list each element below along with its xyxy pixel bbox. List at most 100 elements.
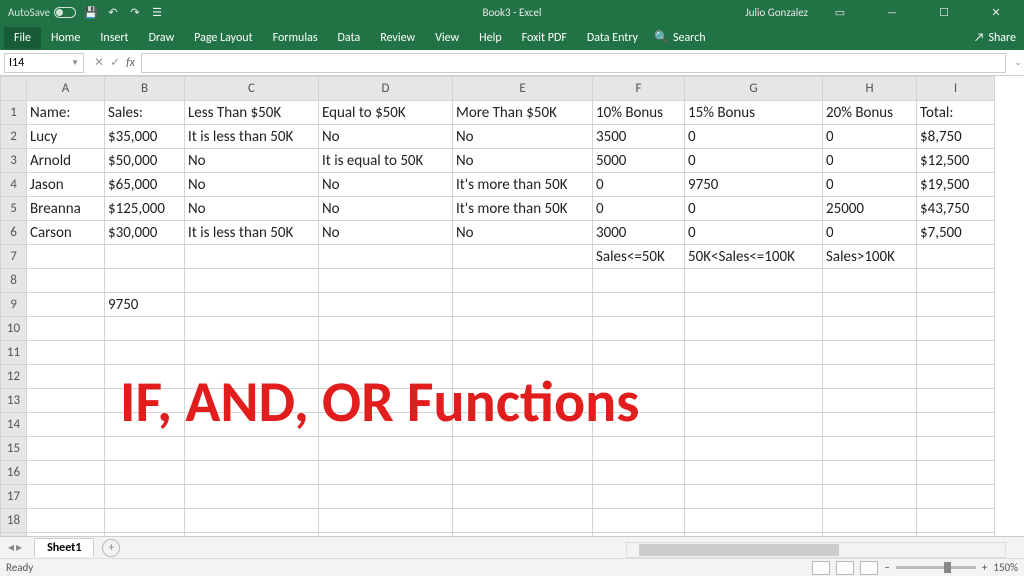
tab-view[interactable]: View	[425, 27, 469, 49]
row-header-2[interactable]: 2	[1, 125, 27, 149]
cell-H18[interactable]	[823, 509, 917, 533]
cell-E4[interactable]: It's more than 50K	[453, 173, 593, 197]
cell-B8[interactable]	[105, 269, 185, 293]
col-header-I[interactable]: I	[917, 77, 995, 101]
cell-H12[interactable]	[823, 365, 917, 389]
row-header-5[interactable]: 5	[1, 197, 27, 221]
cell-H11[interactable]	[823, 341, 917, 365]
cell-E17[interactable]	[453, 485, 593, 509]
cell-A13[interactable]	[27, 389, 105, 413]
cell-E5[interactable]: It's more than 50K	[453, 197, 593, 221]
cell-H13[interactable]	[823, 389, 917, 413]
cell-G11[interactable]	[685, 341, 823, 365]
cell-I6[interactable]: $7,500	[917, 221, 995, 245]
row-header-3[interactable]: 3	[1, 149, 27, 173]
cell-I10[interactable]	[917, 317, 995, 341]
cell-A12[interactable]	[27, 365, 105, 389]
normal-view-icon[interactable]	[812, 561, 830, 575]
cell-C5[interactable]: No	[185, 197, 319, 221]
cell-B10[interactable]	[105, 317, 185, 341]
cell-F10[interactable]	[593, 317, 685, 341]
row-header-1[interactable]: 1	[1, 101, 27, 125]
cell-E9[interactable]	[453, 293, 593, 317]
cell-F4[interactable]: 0	[593, 173, 685, 197]
cell-E11[interactable]	[453, 341, 593, 365]
cell-F18[interactable]	[593, 509, 685, 533]
page-layout-view-icon[interactable]	[836, 561, 854, 575]
cell-C11[interactable]	[185, 341, 319, 365]
select-all-corner[interactable]	[1, 77, 27, 101]
cell-H4[interactable]: 0	[823, 173, 917, 197]
cell-G8[interactable]	[685, 269, 823, 293]
zoom-slider[interactable]	[896, 566, 976, 569]
cell-A2[interactable]: Lucy	[27, 125, 105, 149]
cell-G17[interactable]	[685, 485, 823, 509]
tab-nav-next-icon[interactable]: ▸	[16, 540, 22, 555]
chevron-down-icon[interactable]: ▼	[71, 58, 79, 68]
cell-F16[interactable]	[593, 461, 685, 485]
cell-D2[interactable]: No	[319, 125, 453, 149]
ribbon-options-icon[interactable]: ▭	[820, 0, 860, 25]
horizontal-scrollbar[interactable]	[626, 542, 1006, 558]
col-header-E[interactable]: E	[453, 77, 593, 101]
cell-H14[interactable]	[823, 413, 917, 437]
cell-D5[interactable]: No	[319, 197, 453, 221]
tab-data[interactable]: Data	[328, 27, 371, 49]
cell-I7[interactable]	[917, 245, 995, 269]
cell-I4[interactable]: $19,500	[917, 173, 995, 197]
cell-G4[interactable]: 9750	[685, 173, 823, 197]
cell-F2[interactable]: 3500	[593, 125, 685, 149]
cell-A4[interactable]: Jason	[27, 173, 105, 197]
cell-H7[interactable]: Sales>100K	[823, 245, 917, 269]
tab-data-entry[interactable]: Data Entry	[577, 27, 648, 49]
page-break-view-icon[interactable]	[860, 561, 878, 575]
cell-E16[interactable]	[453, 461, 593, 485]
cell-F3[interactable]: 5000	[593, 149, 685, 173]
cell-I1[interactable]: Total:	[917, 101, 995, 125]
cell-F7[interactable]: Sales<=50K	[593, 245, 685, 269]
cell-I5[interactable]: $43,750	[917, 197, 995, 221]
maximize-icon[interactable]: ☐	[924, 0, 964, 25]
cell-C15[interactable]	[185, 437, 319, 461]
cell-G1[interactable]: 15% Bonus	[685, 101, 823, 125]
sheet-tab[interactable]: Sheet1	[34, 538, 94, 557]
cell-B4[interactable]: $65,000	[105, 173, 185, 197]
cell-D6[interactable]: No	[319, 221, 453, 245]
cell-B5[interactable]: $125,000	[105, 197, 185, 221]
tab-file[interactable]: File	[4, 27, 41, 49]
tab-review[interactable]: Review	[370, 27, 425, 49]
cell-D18[interactable]	[319, 509, 453, 533]
user-name[interactable]: Julio Gonzalez	[745, 6, 808, 19]
cell-I8[interactable]	[917, 269, 995, 293]
cell-D10[interactable]	[319, 317, 453, 341]
cell-D9[interactable]	[319, 293, 453, 317]
cell-A15[interactable]	[27, 437, 105, 461]
tab-draw[interactable]: Draw	[139, 27, 185, 49]
row-header-14[interactable]: 14	[1, 413, 27, 437]
cell-B1[interactable]: Sales:	[105, 101, 185, 125]
autosave-toggle[interactable]: AutoSave	[8, 6, 76, 19]
cell-H3[interactable]: 0	[823, 149, 917, 173]
formula-input[interactable]	[141, 53, 1006, 73]
cell-E1[interactable]: More Than $50K	[453, 101, 593, 125]
col-header-A[interactable]: A	[27, 77, 105, 101]
row-header-4[interactable]: 4	[1, 173, 27, 197]
cell-G9[interactable]	[685, 293, 823, 317]
cell-A6[interactable]: Carson	[27, 221, 105, 245]
cell-E10[interactable]	[453, 317, 593, 341]
cell-I2[interactable]: $8,750	[917, 125, 995, 149]
cell-B2[interactable]: $35,000	[105, 125, 185, 149]
cell-I11[interactable]	[917, 341, 995, 365]
undo-icon[interactable]: ↶	[106, 6, 120, 20]
cell-A16[interactable]	[27, 461, 105, 485]
cell-A8[interactable]	[27, 269, 105, 293]
cell-F11[interactable]	[593, 341, 685, 365]
cell-E3[interactable]: No	[453, 149, 593, 173]
toggle-icon[interactable]	[54, 7, 76, 18]
cell-H17[interactable]	[823, 485, 917, 509]
cell-G18[interactable]	[685, 509, 823, 533]
cell-D16[interactable]	[319, 461, 453, 485]
cell-C18[interactable]	[185, 509, 319, 533]
cell-H5[interactable]: 25000	[823, 197, 917, 221]
cell-B3[interactable]: $50,000	[105, 149, 185, 173]
